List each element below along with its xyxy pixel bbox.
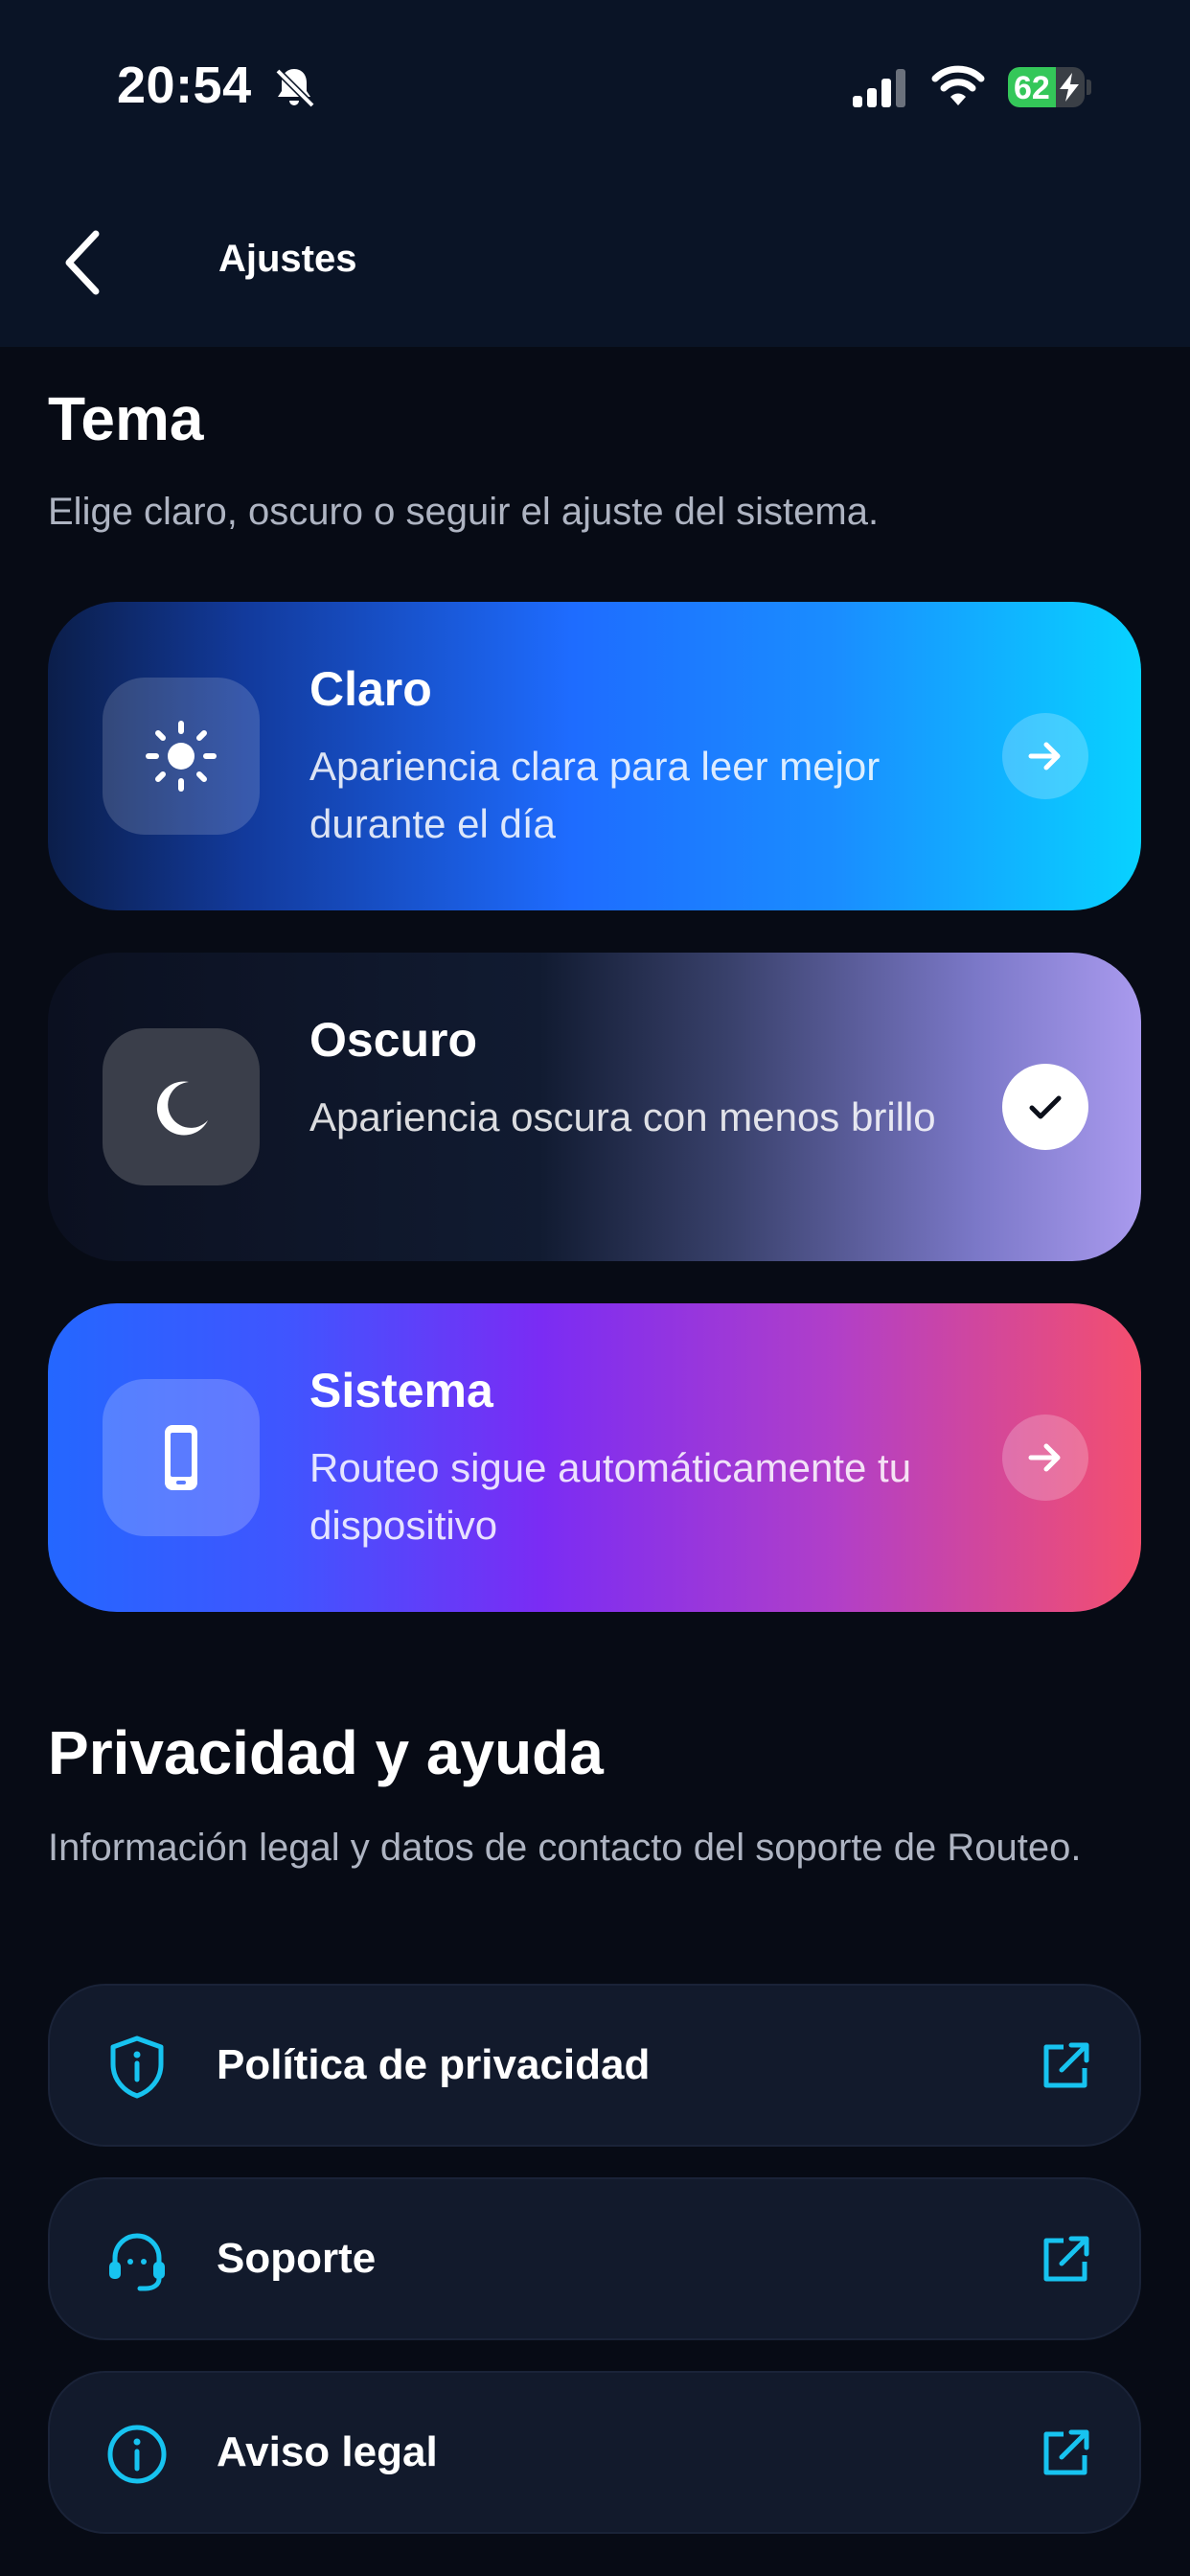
external-link-icon	[1043, 2042, 1089, 2088]
link-support[interactable]: Soporte	[48, 2177, 1141, 2340]
privacy-section-title: Privacidad y ayuda	[48, 1718, 604, 1787]
link-legal-notice[interactable]: Aviso legal	[48, 2371, 1141, 2534]
sun-icon	[146, 721, 217, 792]
link-label: Política de privacidad	[217, 2041, 651, 2088]
arrow-right-button[interactable]	[1002, 713, 1088, 799]
external-link-icon	[1043, 2236, 1089, 2282]
theme-option-description: Apariencia clara para leer mejor durante…	[309, 744, 881, 846]
theme-option-title: Claro	[309, 662, 432, 716]
theme-option-title: Sistema	[309, 1364, 493, 1417]
selected-check-badge	[1002, 1064, 1088, 1150]
status-time: 20:54	[117, 57, 252, 114]
arrow-right-button[interactable]	[1002, 1414, 1088, 1501]
theme-option-oscuro[interactable]: Oscuro Apariencia oscura con menos brill…	[48, 953, 1141, 1261]
privacy-section-description: Información legal y datos de contacto de…	[48, 1827, 1082, 1869]
theme-option-sistema[interactable]: Sistema Routeo sigue automáticamente tu …	[48, 1303, 1141, 1612]
phone-icon	[165, 1425, 197, 1490]
theme-option-description: Apariencia oscura con menos brillo	[309, 1094, 936, 1139]
theme-icon-box	[103, 1028, 260, 1185]
link-privacy-policy[interactable]: Política de privacidad	[48, 1984, 1141, 2147]
wifi-icon	[931, 65, 985, 105]
theme-section-title: Tema	[48, 384, 204, 453]
bell-slash-icon	[275, 68, 315, 108]
arrow-right-icon	[1028, 1443, 1061, 1472]
theme-option-claro[interactable]: Claro Apariencia clara para leer mejor d…	[48, 602, 1141, 910]
battery-charging-icon	[1060, 73, 1079, 102]
battery-indicator: 62	[1008, 67, 1085, 107]
moon-icon	[156, 1081, 208, 1136]
signal-icon	[853, 69, 905, 107]
battery-level: 62	[1014, 70, 1050, 106]
theme-section-description: Elige claro, oscuro o seguir el ajuste d…	[48, 491, 880, 533]
theme-option-title: Oscuro	[309, 1013, 478, 1067]
link-label: Soporte	[217, 2235, 377, 2282]
shield-info-icon	[110, 2036, 164, 2099]
theme-option-description: Routeo sigue automáticamente tu disposit…	[309, 1445, 912, 1548]
theme-icon-box	[103, 678, 260, 835]
back-button[interactable]	[56, 226, 113, 299]
headset-icon	[109, 2233, 165, 2291]
theme-icon-box	[103, 1379, 260, 1536]
info-circle-icon	[107, 2425, 167, 2484]
external-link-icon	[1043, 2429, 1089, 2475]
battery-tip	[1087, 80, 1091, 95]
page-title: Ajustes	[218, 238, 357, 280]
link-label: Aviso legal	[217, 2428, 438, 2475]
checkmark-icon	[1029, 1095, 1062, 1119]
arrow-right-icon	[1028, 742, 1061, 770]
app-header: 20:54 62 Ajustes	[0, 0, 1190, 347]
